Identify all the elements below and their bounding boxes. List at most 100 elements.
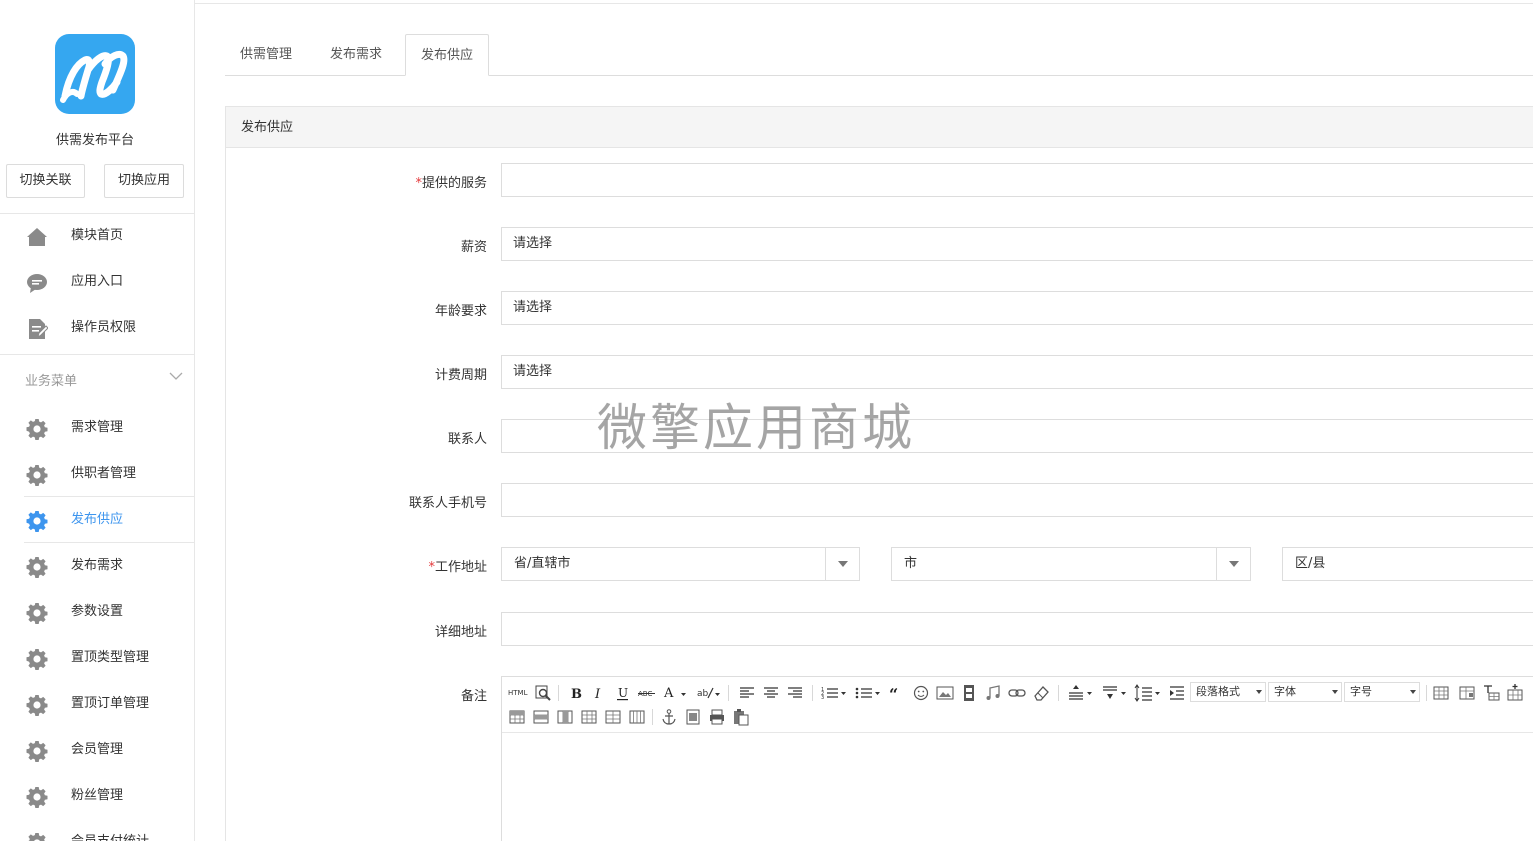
delete-column-icon[interactable]: [580, 708, 598, 726]
link-icon[interactable]: [1008, 684, 1026, 702]
image-icon[interactable]: [936, 684, 954, 702]
gear-icon: [26, 649, 48, 670]
strikethrough-icon[interactable]: ABC: [638, 684, 656, 702]
district-value: 区/县: [1295, 556, 1326, 571]
svg-text:3: 3: [821, 695, 824, 701]
province-select[interactable]: 省/直辖市: [501, 547, 860, 581]
highlight-icon[interactable]: ab: [696, 684, 722, 702]
table-properties-icon[interactable]: [1458, 684, 1476, 702]
line-height-icon[interactable]: [1134, 684, 1162, 702]
detail-address-label: 详细地址: [434, 625, 487, 640]
blockquote-icon[interactable]: “: [888, 684, 906, 702]
anchor-icon[interactable]: [660, 708, 678, 726]
merge-cells-icon[interactable]: [604, 708, 622, 726]
sidebar-item-label: 模块首页: [71, 228, 124, 243]
insert-column-icon[interactable]: [556, 708, 574, 726]
home-icon: [27, 228, 47, 246]
tab-supply-demand-management[interactable]: 供需管理: [225, 34, 307, 76]
section-label-business-menu: 业务菜单: [25, 374, 78, 389]
sidebar-item-label: 会员管理: [71, 742, 124, 757]
sidebar-item-top-order-management[interactable]: 置顶订单管理: [0, 681, 194, 727]
sidebar-item-label: 置顶订单管理: [71, 696, 150, 711]
billing-cycle-select[interactable]: 请选择: [501, 355, 1533, 389]
svg-text:ab: ab: [697, 689, 709, 699]
paragraph-spacing-top-icon[interactable]: [1066, 684, 1094, 702]
billing-cycle-label: 计费周期: [434, 368, 487, 383]
sidebar: 供需发布平台 切换关联 切换应用 模块首页 应用入口 操作员权限 业务菜单 需求…: [0, 0, 195, 841]
html-source-icon[interactable]: HTML: [508, 684, 530, 702]
detail-address-input[interactable]: [501, 612, 1533, 646]
salary-select[interactable]: 请选择: [501, 227, 1533, 261]
split-cells-icon[interactable]: [628, 708, 646, 726]
underline-icon[interactable]: U: [614, 684, 632, 702]
emoji-icon[interactable]: [912, 684, 930, 702]
music-icon[interactable]: [984, 684, 1002, 702]
insert-row-before-icon[interactable]: [508, 708, 526, 726]
ordered-list-icon[interactable]: 123: [820, 684, 848, 702]
gear-icon: [26, 557, 48, 578]
sidebar-item-label: 发布需求: [71, 558, 124, 573]
paste-icon[interactable]: [732, 708, 750, 726]
sidebar-item-publish-demand[interactable]: 发布需求: [0, 543, 194, 589]
align-left-icon[interactable]: [738, 684, 756, 702]
toolbar-separator: [1426, 685, 1427, 701]
italic-icon[interactable]: I: [590, 684, 608, 702]
tab-bar: 供需管理 发布需求 发布供应: [225, 34, 1533, 76]
insert-table-icon[interactable]: [1432, 684, 1450, 702]
province-value: 省/直辖市: [514, 556, 571, 571]
unordered-list-icon[interactable]: [854, 684, 882, 702]
delete-row-icon[interactable]: [532, 708, 550, 726]
font-family-select[interactable]: 字体: [1268, 682, 1342, 702]
gear-icon: [26, 419, 48, 440]
sidebar-item-member-payment-stats[interactable]: 会员支付统计: [0, 819, 194, 841]
sidebar-item-top-type-management[interactable]: 置顶类型管理: [0, 635, 194, 681]
indent-icon[interactable]: [1168, 684, 1186, 702]
paragraph-spacing-bottom-icon[interactable]: [1100, 684, 1128, 702]
city-select[interactable]: 市: [891, 547, 1251, 581]
phone-label: 联系人手机号: [408, 496, 487, 511]
age-label: 年龄要求: [434, 304, 487, 319]
tab-publish-demand[interactable]: 发布需求: [315, 34, 397, 76]
print-icon[interactable]: [708, 708, 726, 726]
preview-icon[interactable]: [534, 684, 552, 702]
insert-caption-icon[interactable]: [1482, 684, 1500, 702]
chevron-down-icon: [825, 548, 860, 580]
sidebar-item-operator-permission[interactable]: 操作员权限: [0, 305, 194, 351]
gear-icon: [28, 833, 46, 841]
sidebar-item-parameter-settings[interactable]: 参数设置: [0, 589, 194, 635]
insert-frame-icon[interactable]: [684, 708, 702, 726]
service-input[interactable]: [501, 163, 1533, 197]
paragraph-format-select[interactable]: 段落格式: [1190, 682, 1266, 702]
switch-relation-button[interactable]: 切换关联: [6, 164, 85, 198]
age-select[interactable]: 请选择: [501, 291, 1533, 325]
logo-m-icon: [60, 50, 128, 103]
sidebar-item-demand-management[interactable]: 需求管理: [0, 405, 194, 451]
sidebar-item-job-seeker-management[interactable]: 供职者管理: [0, 451, 194, 497]
insert-row-icon[interactable]: [1506, 684, 1524, 702]
gear-icon: [26, 695, 48, 716]
district-select[interactable]: 区/县: [1282, 547, 1533, 581]
editor-toolbar: HTML B I U ABC A ab 123 “ 段落格式 字体 字号: [502, 677, 1533, 733]
sidebar-item-label: 粉丝管理: [71, 788, 124, 803]
sidebar-item-fan-management[interactable]: 粉丝管理: [0, 773, 194, 819]
chevron-down-icon[interactable]: [168, 368, 184, 384]
sidebar-item-app-entry[interactable]: 应用入口: [0, 259, 194, 305]
app-logo: [55, 34, 135, 114]
align-right-icon[interactable]: [786, 684, 804, 702]
switch-app-button[interactable]: 切换应用: [104, 164, 184, 198]
sidebar-item-module-home[interactable]: 模块首页: [0, 213, 194, 259]
align-center-icon[interactable]: [762, 684, 780, 702]
sidebar-item-publish-supply[interactable]: 发布供应: [0, 497, 194, 543]
chevron-down-icon: [1332, 690, 1338, 694]
sidebar-item-label: 需求管理: [71, 420, 124, 435]
font-size-select[interactable]: 字号: [1344, 682, 1420, 702]
bold-icon[interactable]: B: [567, 684, 585, 702]
eraser-icon[interactable]: [1032, 684, 1050, 702]
sidebar-item-member-management[interactable]: 会员管理: [0, 727, 194, 773]
tab-publish-supply[interactable]: 发布供应: [405, 34, 490, 76]
font-color-icon[interactable]: A: [662, 684, 688, 702]
video-icon[interactable]: [960, 684, 978, 702]
gear-icon: [26, 603, 48, 624]
sidebar-item-label: 应用入口: [71, 274, 124, 289]
phone-input[interactable]: [501, 483, 1533, 517]
